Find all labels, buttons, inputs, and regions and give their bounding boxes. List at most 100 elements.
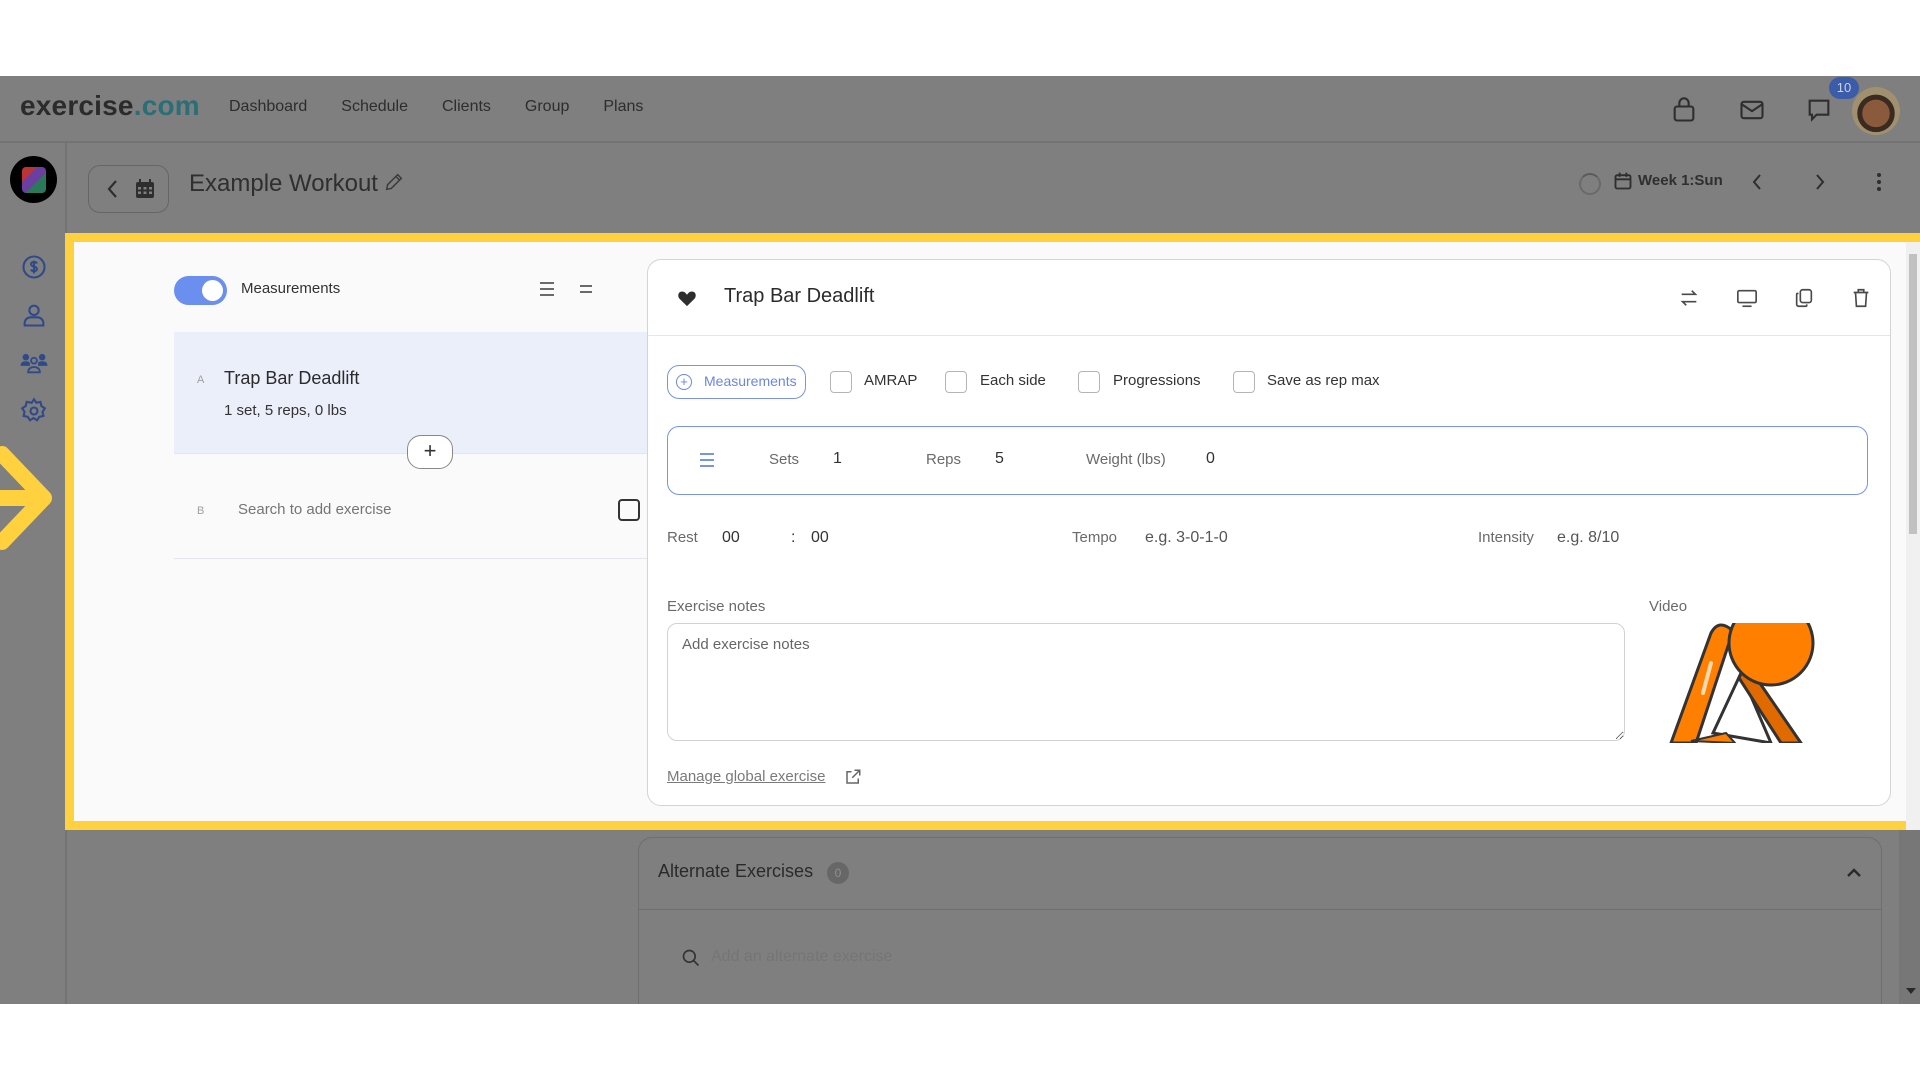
back-calendar-button-group	[88, 165, 169, 213]
weight-label: Weight (lbs)	[1086, 451, 1166, 468]
calendar-icon[interactable]	[133, 177, 157, 201]
favorite-heart-icon[interactable]	[677, 289, 697, 307]
exercise-letter: B	[197, 505, 205, 517]
shopping-bag-icon[interactable]	[1670, 96, 1698, 124]
nav-clients[interactable]: Clients	[442, 98, 491, 116]
rest-tempo-intensity-row: Rest 00 : 00 Tempo e.g. 3-0-1-0 Intensit…	[667, 525, 1867, 555]
editor-scrollbar-thumb[interactable]	[1909, 254, 1917, 534]
editor-scrollbar[interactable]	[1906, 242, 1920, 830]
rest-seconds-input[interactable]: 00	[811, 529, 829, 547]
exercise-card-header: Trap Bar Deadlift	[648, 260, 1890, 336]
drag-handle-icon[interactable]	[698, 451, 716, 469]
measurements-toggle-label: Measurements	[241, 280, 341, 297]
highlighted-exercise-editor: Measurements A Trap Bar Deadlift 1 set, …	[65, 233, 1920, 830]
top-navbar: exercise.com Dashboard Schedule Clients …	[0, 76, 1920, 143]
search-icon	[682, 949, 700, 967]
exercise-notes-label: Exercise notes	[667, 598, 766, 615]
user-avatar[interactable]	[1852, 87, 1900, 135]
copy-icon[interactable]	[1793, 287, 1815, 309]
external-link-icon[interactable]	[844, 768, 862, 786]
measurements-button-label: Measurements	[704, 373, 797, 389]
intensity-input[interactable]: e.g. 8/10	[1557, 529, 1619, 547]
nav-dashboard[interactable]: Dashboard	[229, 98, 307, 116]
reps-label: Reps	[926, 451, 962, 468]
chat-icon[interactable]	[1805, 96, 1833, 124]
left-rail	[0, 143, 67, 1004]
nav-plans[interactable]: Plans	[603, 98, 643, 116]
sets-input[interactable]: 1	[833, 450, 842, 468]
alternate-exercises-header[interactable]: Alternate Exercises 0	[639, 838, 1881, 910]
swap-icon[interactable]	[1678, 287, 1700, 309]
previous-week-icon[interactable]	[1747, 171, 1767, 193]
superset-square-icon[interactable]	[618, 499, 640, 521]
workspace-logo[interactable]	[10, 156, 57, 203]
compact-view-icon[interactable]	[578, 280, 594, 298]
insert-exercise-button[interactable]: +	[407, 435, 453, 469]
exercise-title: Trap Bar Deadlift	[724, 285, 875, 307]
list-view-icon[interactable]	[538, 280, 556, 298]
billing-icon[interactable]	[20, 253, 48, 281]
measurements-toggle[interactable]	[174, 276, 227, 305]
tempo-label: Tempo	[1072, 529, 1118, 546]
trash-icon[interactable]	[1850, 287, 1872, 309]
amrap-label: AMRAP	[864, 372, 918, 389]
alternate-count-badge: 0	[827, 862, 849, 884]
sets-label: Sets	[769, 451, 800, 468]
logo-main: exercise	[20, 90, 134, 121]
exercise-video-thumbnail[interactable]	[1651, 623, 1833, 743]
week-calendar-icon[interactable]	[1613, 171, 1633, 191]
plus-circle-icon: +	[676, 374, 692, 390]
save-as-rep-max-label: Save as rep max	[1267, 372, 1380, 389]
exercise-summary: 1 set, 5 reps, 0 lbs	[224, 402, 347, 419]
manage-global-exercise-link[interactable]: Manage global exercise	[667, 768, 825, 785]
collapse-chevron-up-icon[interactable]	[1845, 864, 1863, 880]
amrap-checkbox[interactable]	[830, 371, 852, 393]
search-to-add-exercise-input[interactable]	[238, 501, 538, 518]
workout-title: Example Workout	[189, 170, 378, 197]
loading-spinner-icon	[1579, 173, 1601, 195]
nav-group[interactable]: Group	[525, 98, 569, 116]
alternate-exercises-title: Alternate Exercises	[658, 861, 814, 881]
edit-pencil-icon[interactable]	[383, 171, 405, 193]
monitor-icon[interactable]	[1736, 287, 1758, 309]
add-exercise-row: B	[174, 454, 670, 559]
each-side-checkbox[interactable]	[945, 371, 967, 393]
week-selector[interactable]: Week 1:Sun	[1638, 172, 1723, 189]
progressions-checkbox[interactable]	[1078, 371, 1100, 393]
progressions-label: Progressions	[1113, 372, 1201, 389]
rest-label: Rest	[667, 529, 698, 546]
nav-schedule[interactable]: Schedule	[341, 98, 408, 116]
screen: exercise.com Dashboard Schedule Clients …	[0, 0, 1920, 1080]
reps-input[interactable]: 5	[995, 450, 1004, 468]
tempo-input[interactable]: e.g. 3-0-1-0	[1145, 529, 1228, 547]
save-as-rep-max-checkbox[interactable]	[1233, 371, 1255, 393]
alternate-exercise-search-input[interactable]	[711, 948, 1211, 966]
intensity-label: Intensity	[1478, 529, 1534, 546]
exercise-detail-card: Trap Bar Deadlift + Measurements AMRAP E…	[647, 259, 1891, 806]
callout-arrow-icon	[0, 446, 52, 550]
exercise-name: Trap Bar Deadlift	[224, 368, 360, 388]
notification-badge: 10	[1829, 77, 1859, 99]
rest-separator: :	[791, 529, 796, 546]
video-label: Video	[1649, 598, 1688, 615]
workout-toolbar: Example Workout Week 1:Sun	[67, 143, 1920, 233]
main-nav: Dashboard Schedule Clients Group Plans	[229, 98, 643, 116]
mail-icon[interactable]	[1738, 96, 1766, 124]
user-icon[interactable]	[20, 301, 48, 329]
group-icon[interactable]	[20, 349, 48, 377]
back-chevron-icon[interactable]	[103, 177, 123, 201]
exercise-letter: A	[197, 374, 205, 386]
logo-tld: .com	[133, 90, 200, 121]
page-scrollbar-track[interactable]	[1899, 830, 1920, 1004]
rest-minutes-input[interactable]: 00	[722, 529, 740, 547]
brand-logo[interactable]: exercise.com	[20, 90, 200, 122]
set-row: Sets 1 Reps 5 Weight (lbs) 0	[667, 426, 1868, 495]
more-options-icon[interactable]	[1873, 170, 1885, 194]
weight-input[interactable]: 0	[1206, 450, 1215, 468]
alternate-exercises-panel: Alternate Exercises 0	[638, 837, 1882, 1004]
exercise-notes-textarea[interactable]	[667, 623, 1625, 741]
settings-icon[interactable]	[20, 397, 48, 425]
next-week-icon[interactable]	[1810, 171, 1830, 193]
scroll-down-arrow-icon[interactable]	[1906, 988, 1916, 994]
measurements-button[interactable]: + Measurements	[667, 365, 806, 399]
